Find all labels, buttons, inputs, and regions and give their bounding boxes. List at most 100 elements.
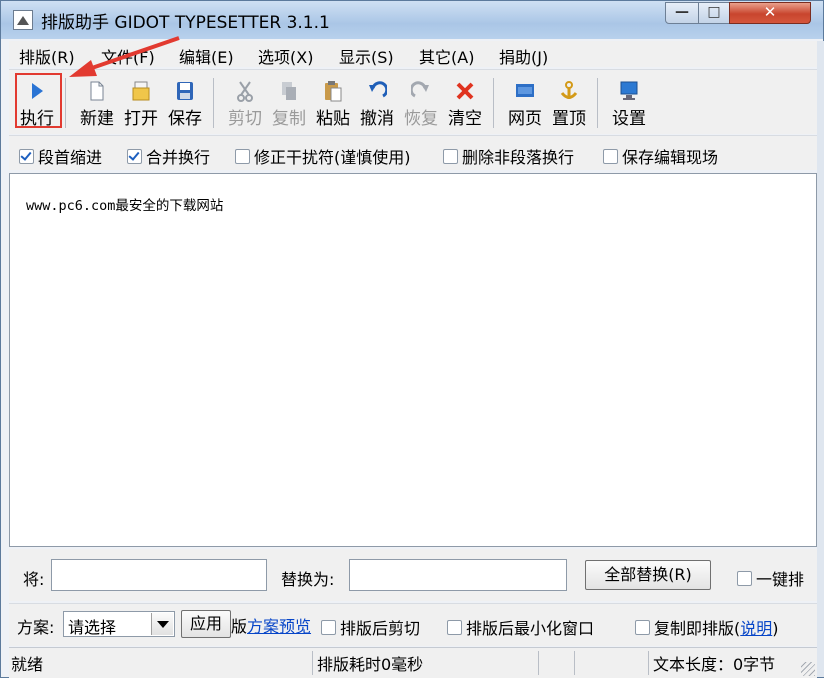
copy-to-typeset-label: 复制即排版 [654, 619, 735, 638]
redo-icon [411, 81, 429, 98]
cut-button[interactable]: 剪切 [223, 76, 267, 132]
help-link[interactable]: 说明 [740, 619, 772, 638]
minimize-icon: — [675, 4, 689, 20]
status-text-length: 文本长度：0字节 [653, 655, 776, 674]
app-window: 排版助手 GIDOT TYPESETTER 3.1.1 — □ ✕ 排版(R) … [0, 0, 824, 678]
scheme-row: 方案: 请选择 应用 版方案预览 排版后剪切 排版后最小化窗口 复制即排版(说明… [9, 603, 817, 646]
paste-button[interactable]: 粘贴 [311, 76, 355, 132]
maximize-icon: □ [707, 4, 721, 20]
editor-content: www.pc6.com最安全的下载网站 [26, 198, 224, 214]
execute-highlight-box [15, 73, 62, 128]
help-close-paren: ) [772, 619, 779, 638]
fix-interference-label: 修正干扰符(谨慎使用) [254, 148, 411, 167]
replace-input[interactable] [349, 559, 567, 591]
scheme-label: 方案: [17, 618, 55, 637]
status-state: 就绪 [9, 651, 313, 675]
minimize-button[interactable]: — [665, 2, 699, 24]
checkbox-unchecked[interactable] [447, 620, 462, 635]
redo-button[interactable]: 恢复 [399, 76, 443, 132]
webpage-label: 网页 [508, 109, 542, 129]
menu-other[interactable]: 其它(A) [419, 44, 474, 68]
title-bar[interactable]: 排版助手 GIDOT TYPESETTER 3.1.1 — □ ✕ [1, 1, 823, 39]
scheme-select[interactable]: 请选择 [63, 611, 175, 637]
find-input[interactable] [51, 559, 267, 591]
minimize-after-typeset-label: 排版后最小化窗口 [466, 619, 595, 638]
redo-label: 恢复 [404, 109, 438, 129]
app-logo-icon[interactable] [13, 10, 33, 30]
save-label: 保存 [168, 109, 202, 129]
remove-non-paragraph-breaks-label: 删除非段落换行 [462, 148, 575, 167]
replace-all-button[interactable]: 全部替换(R) [585, 560, 711, 590]
copy-button[interactable]: 复制 [267, 76, 311, 132]
new-label: 新建 [80, 109, 114, 129]
clear-label: 清空 [448, 109, 482, 129]
settings-monitor-icon [620, 81, 638, 100]
pin-top-label: 置顶 [552, 109, 586, 129]
chevron-down-icon[interactable] [151, 613, 173, 635]
checkbox-unchecked[interactable] [737, 571, 752, 586]
undo-label: 撤消 [360, 109, 394, 129]
replace-with-label: 替换为: [281, 570, 335, 589]
one-key-typeset-label: 一键排 [756, 570, 805, 589]
scheme-preview-link[interactable]: 方案预览 [247, 617, 311, 636]
status-elapsed: 排版耗时0毫秒 [313, 651, 539, 675]
open-label: 打开 [124, 109, 158, 129]
resize-grip-icon[interactable] [801, 662, 815, 676]
menu-view[interactable]: 显示(S) [339, 44, 394, 68]
status-bar: 就绪 排版耗时0毫秒 文本长度：0字节 [9, 647, 817, 678]
scheme-select-value: 请选择 [68, 618, 117, 637]
clear-button[interactable]: 清空 [443, 76, 487, 132]
toolbar-separator [213, 78, 214, 128]
save-session-label: 保存编辑现场 [622, 148, 719, 167]
maximize-button[interactable]: □ [698, 2, 730, 24]
close-icon: ✕ [763, 3, 777, 21]
cut-label: 剪切 [228, 109, 262, 129]
options-bar: 段首缩进 合并换行 修正干扰符(谨慎使用) 删除非段落换行 保存编辑现场 [9, 135, 817, 170]
paste-label: 粘贴 [316, 109, 350, 129]
indent-label: 段首缩进 [38, 148, 103, 167]
cut-icon [237, 81, 253, 102]
indent-checkbox[interactable]: 段首缩进 [19, 144, 103, 167]
minimize-after-typeset-checkbox[interactable]: 排版后最小化窗口 [447, 615, 595, 638]
checkbox-checked[interactable] [19, 149, 34, 164]
checkbox-checked[interactable] [127, 149, 142, 164]
checkbox-unchecked[interactable] [321, 620, 336, 635]
pointer-arrow-icon [69, 36, 180, 77]
checkbox-unchecked[interactable] [635, 620, 650, 635]
apply-button[interactable]: 应用 [181, 610, 231, 638]
undo-button[interactable]: 撤消 [355, 76, 399, 132]
find-label: 将: [23, 570, 45, 589]
toolbar-separator [597, 78, 598, 128]
html-icon [516, 84, 534, 97]
pin-top-icon [560, 81, 578, 99]
webpage-button[interactable]: 网页 [503, 76, 547, 132]
toolbar-separator [65, 78, 66, 128]
merge-lines-label: 合并换行 [146, 148, 211, 167]
window-right-edge [817, 41, 824, 677]
checkbox-unchecked[interactable] [603, 149, 618, 164]
pin-top-button[interactable]: 置顶 [547, 76, 591, 132]
cut-after-typeset-checkbox[interactable]: 排版后剪切 [321, 615, 420, 638]
close-button[interactable]: ✕ [729, 2, 811, 24]
settings-button[interactable]: 设置 [607, 76, 651, 132]
save-session-checkbox[interactable]: 保存编辑现场 [603, 144, 719, 167]
remove-non-paragraph-breaks-checkbox[interactable]: 删除非段落换行 [443, 144, 575, 167]
checkbox-unchecked[interactable] [235, 149, 250, 164]
merge-lines-checkbox[interactable]: 合并换行 [127, 144, 211, 167]
one-key-typeset-checkbox[interactable]: 一键排 [737, 566, 805, 589]
copy-to-typeset-checkbox[interactable]: 复制即排版(说明) [635, 615, 779, 638]
menu-donate[interactable]: 捐助(J) [499, 44, 548, 68]
replace-row: 将: 替换为: 全部替换(R) 一键排 [9, 549, 817, 601]
status-empty-cell [539, 651, 575, 675]
copy-icon [282, 82, 296, 100]
text-editor[interactable]: www.pc6.com最安全的下载网站 [9, 173, 817, 547]
menu-options[interactable]: 选项(X) [258, 44, 313, 68]
paste-icon [325, 81, 342, 102]
copy-label: 复制 [272, 109, 306, 129]
window-title: 排版助手 GIDOT TYPESETTER 3.1.1 [41, 13, 330, 33]
scheme-preview-prefix: 版 [231, 617, 248, 636]
fix-interference-checkbox[interactable]: 修正干扰符(谨慎使用) [235, 144, 411, 167]
scheme-preview: 版方案预览 [231, 613, 311, 637]
status-empty-cell [575, 651, 649, 675]
checkbox-unchecked[interactable] [443, 149, 458, 164]
